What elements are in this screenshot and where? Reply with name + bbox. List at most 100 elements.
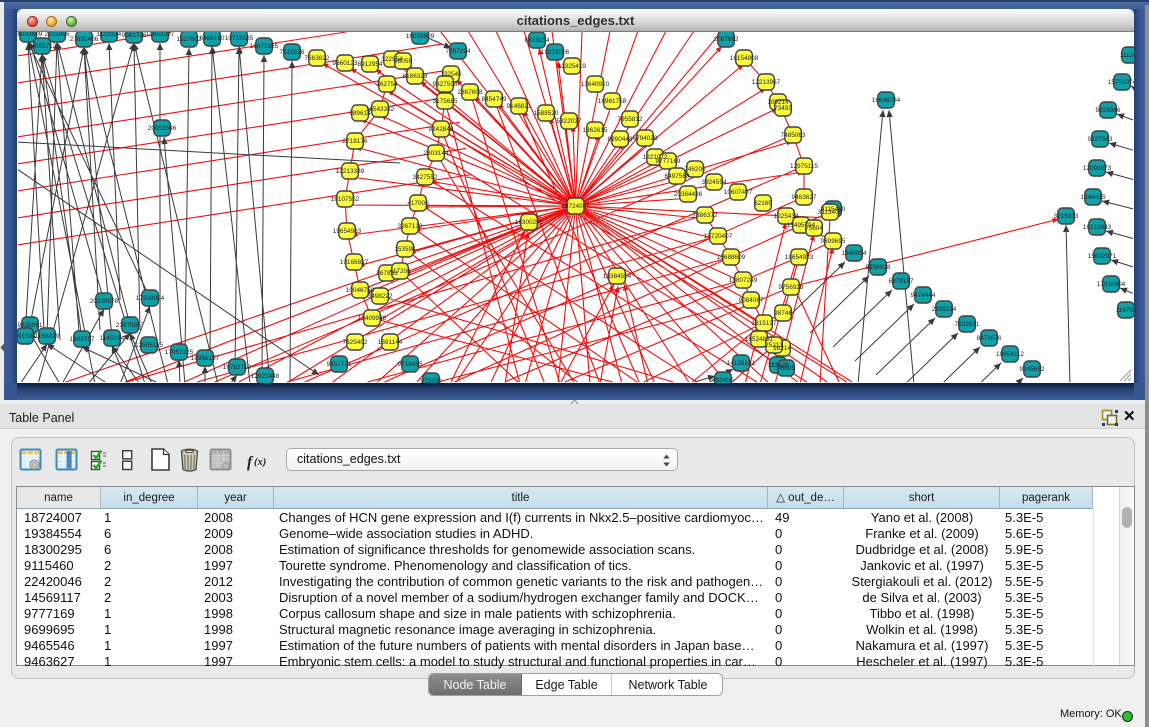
svg-text:8471676: 8471676 bbox=[977, 335, 1002, 342]
svg-text:9756928: 9756928 bbox=[779, 284, 804, 291]
svg-text:19654923: 19654923 bbox=[785, 254, 814, 261]
svg-text:132546: 132546 bbox=[440, 71, 462, 78]
svg-text:10607487: 10607487 bbox=[724, 189, 753, 196]
svg-text:96605: 96605 bbox=[777, 365, 795, 372]
svg-text:9716485: 9716485 bbox=[398, 361, 423, 368]
svg-text:162754: 162754 bbox=[376, 81, 398, 88]
svg-text:14136141: 14136141 bbox=[727, 360, 756, 367]
svg-text:417206: 417206 bbox=[389, 268, 411, 275]
svg-text:3113400: 3113400 bbox=[818, 209, 843, 216]
svg-text:7625402: 7625402 bbox=[343, 339, 368, 346]
svg-text:19384554: 19384554 bbox=[603, 273, 632, 280]
svg-text:73493: 73493 bbox=[774, 105, 792, 112]
svg-text:3427552: 3427552 bbox=[413, 174, 438, 181]
svg-text:96058: 96058 bbox=[394, 58, 412, 65]
svg-text:8938928: 8938928 bbox=[866, 264, 891, 271]
svg-text:9463627: 9463627 bbox=[792, 194, 817, 201]
svg-text:8912954: 8912954 bbox=[358, 61, 383, 68]
svg-text:3175685: 3175685 bbox=[433, 98, 458, 105]
svg-text:989614: 989614 bbox=[349, 110, 371, 117]
svg-text:15692971: 15692971 bbox=[1088, 253, 1117, 260]
svg-text:116753: 116753 bbox=[1116, 307, 1134, 314]
svg-text:2087662: 2087662 bbox=[714, 36, 739, 43]
svg-text:1362615: 1362615 bbox=[583, 127, 608, 134]
svg-text:11325419: 11325419 bbox=[558, 63, 586, 70]
svg-text:1615137: 1615137 bbox=[752, 320, 777, 327]
svg-text:12093873: 12093873 bbox=[1083, 165, 1112, 172]
svg-text:9329966: 9329966 bbox=[1096, 107, 1121, 114]
svg-text:9146821: 9146821 bbox=[507, 103, 532, 110]
svg-text:10688609: 10688609 bbox=[717, 254, 746, 261]
svg-text:1640954: 1640954 bbox=[842, 250, 867, 257]
svg-text:15720407: 15720407 bbox=[704, 233, 733, 240]
svg-text:8186328: 8186328 bbox=[403, 73, 428, 80]
svg-text:16033809: 16033809 bbox=[406, 33, 435, 40]
svg-text:111243: 111243 bbox=[1120, 52, 1134, 59]
svg-text:8990448: 8990448 bbox=[608, 136, 633, 143]
svg-text:9660123: 9660123 bbox=[333, 60, 358, 67]
svg-text:6879197: 6879197 bbox=[889, 278, 914, 285]
svg-text:1588520: 1588520 bbox=[534, 110, 559, 117]
svg-text:5322037: 5322037 bbox=[557, 118, 582, 125]
svg-text:15751074: 15751074 bbox=[1108, 79, 1134, 86]
svg-text:7515526: 7515526 bbox=[280, 49, 305, 56]
svg-text:f: f bbox=[247, 454, 254, 471]
svg-text:19218506: 19218506 bbox=[541, 49, 570, 56]
svg-text:18724007: 18724007 bbox=[561, 203, 590, 210]
svg-text:9474444: 9474444 bbox=[911, 292, 936, 299]
svg-text:(x): (x) bbox=[254, 457, 266, 468]
svg-text:2935114: 2935114 bbox=[932, 306, 957, 313]
svg-text:98746: 98746 bbox=[774, 310, 792, 317]
svg-text:9227343: 9227343 bbox=[1088, 136, 1113, 143]
svg-text:75604: 75604 bbox=[805, 225, 823, 232]
svg-text:16961758: 16961758 bbox=[598, 98, 627, 105]
svg-text:15409948: 15409948 bbox=[358, 315, 387, 322]
svg-text:7632621: 7632621 bbox=[955, 321, 980, 328]
svg-text:9327508: 9327508 bbox=[433, 81, 458, 88]
svg-text:746206: 746206 bbox=[684, 166, 706, 173]
svg-text:9657771: 9657771 bbox=[327, 361, 352, 368]
svg-text:3267130: 3267130 bbox=[398, 223, 423, 230]
svg-text:1691144: 1691144 bbox=[378, 339, 403, 346]
svg-text:19166827: 19166827 bbox=[340, 259, 369, 266]
svg-text:16648784: 16648784 bbox=[872, 97, 901, 104]
svg-text:6497568: 6497568 bbox=[665, 173, 690, 180]
svg-text:16154808: 16154808 bbox=[730, 55, 759, 62]
svg-text:19654983: 19654983 bbox=[333, 228, 362, 235]
svg-text:3498222: 3498222 bbox=[368, 293, 393, 300]
svg-text:16107552: 16107552 bbox=[331, 196, 360, 203]
svg-text:17016504: 17016504 bbox=[1097, 281, 1126, 288]
svg-text:12975115: 12975115 bbox=[790, 163, 818, 170]
svg-text:0699695: 0699695 bbox=[821, 238, 846, 245]
svg-text:9084067: 9084067 bbox=[739, 297, 764, 304]
svg-text:12213389: 12213389 bbox=[336, 168, 365, 175]
svg-text:9242848: 9242848 bbox=[429, 126, 454, 133]
svg-text:12213967: 12213967 bbox=[752, 79, 781, 86]
svg-text:20364436: 20364436 bbox=[674, 191, 703, 198]
svg-text:9245652: 9245652 bbox=[1020, 366, 1045, 373]
svg-text:3215933: 3215933 bbox=[1054, 213, 1079, 220]
svg-text:62160: 62160 bbox=[754, 200, 772, 207]
svg-text:10654112: 10654112 bbox=[996, 351, 1024, 358]
svg-text:18300295: 18300295 bbox=[515, 219, 544, 226]
svg-text:7485063: 7485063 bbox=[781, 132, 806, 139]
svg-text:8813054: 8813054 bbox=[525, 37, 550, 44]
svg-text:7386372: 7386372 bbox=[693, 212, 718, 219]
svg-text:417006: 417006 bbox=[407, 200, 429, 207]
svg-text:2803144: 2803144 bbox=[424, 150, 449, 157]
svg-text:13640910: 13640910 bbox=[581, 81, 610, 88]
svg-text:2367608: 2367608 bbox=[458, 89, 483, 96]
svg-text:8454749: 8454749 bbox=[482, 96, 507, 103]
svg-text:7663822: 7663822 bbox=[305, 55, 330, 62]
svg-text:25213: 25213 bbox=[765, 342, 783, 349]
svg-text:9777169: 9777169 bbox=[656, 158, 681, 165]
svg-text:18807249: 18807249 bbox=[729, 277, 758, 284]
svg-text:16210643: 16210643 bbox=[1083, 224, 1112, 231]
svg-text:7357224: 7357224 bbox=[446, 48, 471, 55]
svg-text:6794028: 6794028 bbox=[633, 135, 658, 142]
svg-text:1025438: 1025438 bbox=[774, 213, 799, 220]
svg-text:3824554: 3824554 bbox=[702, 179, 727, 186]
svg-text:2718176: 2718176 bbox=[343, 138, 368, 145]
svg-text:7955812: 7955812 bbox=[618, 116, 643, 123]
svg-text:1244415: 1244415 bbox=[1081, 194, 1106, 201]
